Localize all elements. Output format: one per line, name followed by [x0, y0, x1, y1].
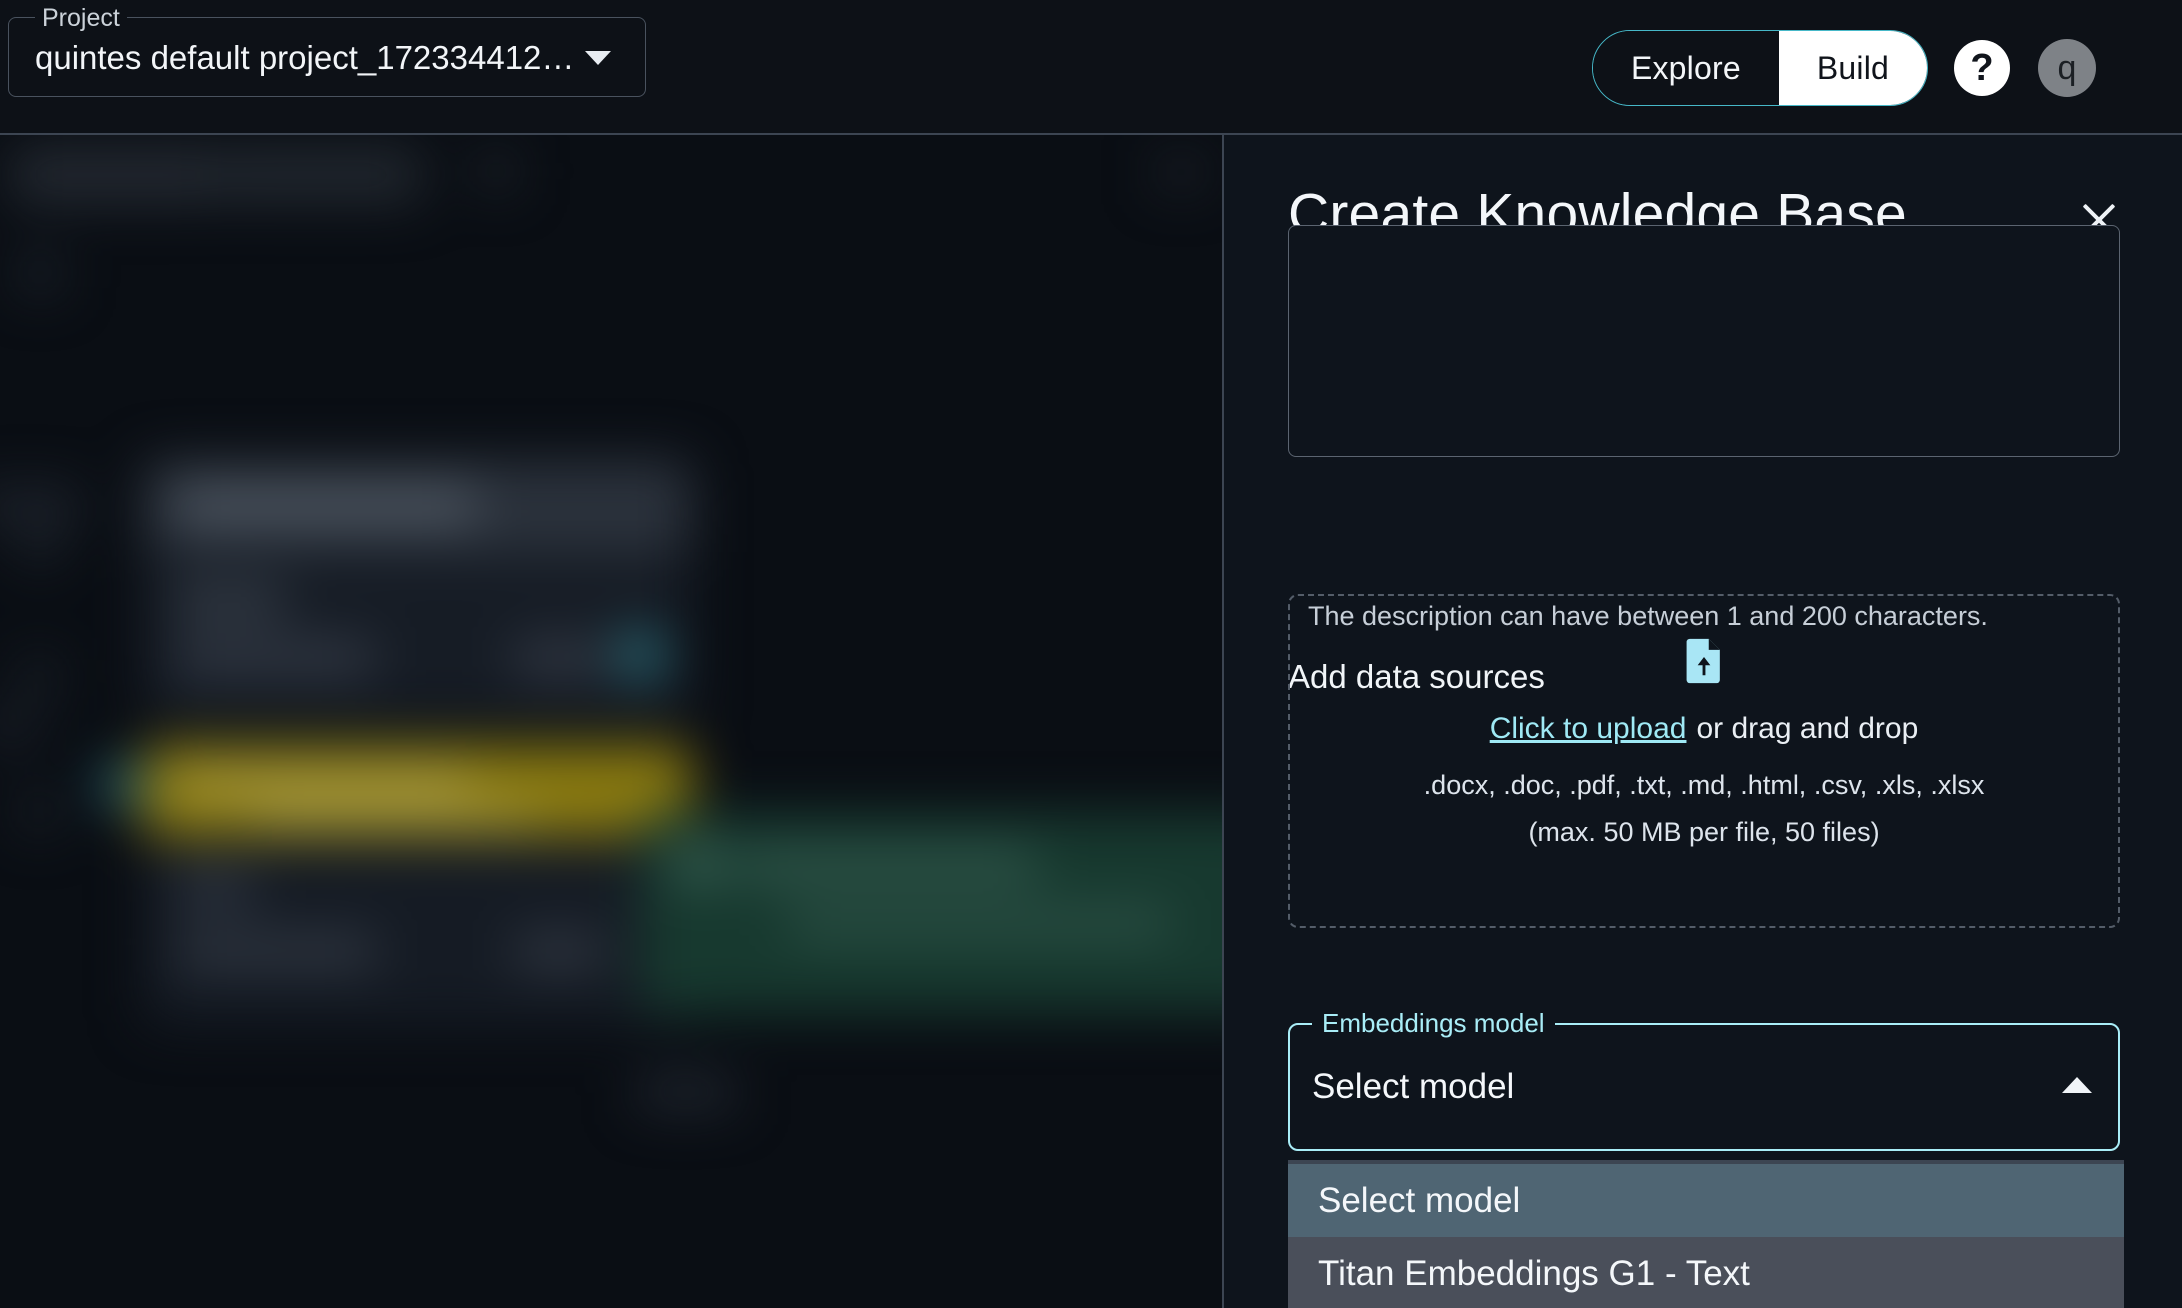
- project-selector-label: Project: [35, 5, 127, 31]
- embeddings-model-dropdown: Select model Titan Embeddings G1 - Text: [1288, 1160, 2124, 1308]
- help-icon[interactable]: ?: [1954, 40, 2010, 96]
- backdrop-shape: [254, 803, 534, 827]
- backdrop-shape: [680, 849, 716, 879]
- backdrop-card: [640, 813, 1222, 1013]
- mode-switch: Explore Build: [1591, 30, 1928, 106]
- backdrop-shape: [514, 642, 604, 674]
- dropdown-option-select-model[interactable]: Select model: [1288, 1164, 2124, 1237]
- backdrop-shape: [176, 935, 376, 967]
- backdrop-shape: [174, 642, 374, 674]
- backdrop-shape: [478, 153, 514, 189]
- file-upload-icon: [1685, 638, 1723, 684]
- backdrop-shape: [178, 769, 468, 797]
- backdrop-shape: [176, 490, 476, 520]
- backdrop-card: [144, 745, 692, 1025]
- backdrop-shape: [174, 586, 284, 616]
- dropzone-primary-text: Click to upload or drag and drop: [1290, 711, 2118, 747]
- project-selector-value: quintes default project_172334412…: [35, 39, 575, 76]
- backdrop-shape: [176, 875, 254, 903]
- backdrop-shape: [618, 632, 664, 678]
- backdrop-shape: [0, 710, 40, 744]
- backdrop-blur-layer: [0, 135, 1222, 1308]
- drag-and-drop-text: or drag and drop: [1696, 712, 1919, 745]
- backdrop-card: [144, 460, 692, 720]
- chevron-down-icon: [585, 51, 611, 65]
- file-dropzone[interactable]: Click to upload or drag and drop .docx, .…: [1288, 594, 2120, 928]
- create-knowledge-base-panel: Create Knowledge Base The description ca…: [1222, 135, 2182, 1308]
- backdrop-shape: [790, 911, 1170, 935]
- backdrop-shape: [736, 853, 1036, 877]
- tab-build[interactable]: Build: [1778, 31, 1927, 105]
- backdrop-shape: [222, 147, 422, 203]
- description-field[interactable]: [1288, 225, 2120, 457]
- app-root: Project quintes default project_17233441…: [0, 0, 2182, 1308]
- backdrop-shape: [514, 935, 604, 967]
- blurred-page-backdrop: [0, 135, 1222, 1308]
- chevron-up-icon: [2062, 1077, 2092, 1093]
- embeddings-model-label: Embeddings model: [1312, 1007, 1555, 1039]
- backdrop-shape: [100, 763, 144, 807]
- upload-limits-text: (max. 50 MB per file, 50 files): [1528, 817, 1880, 847]
- dropdown-option-titan-embeddings-g1-text[interactable]: Titan Embeddings G1 - Text: [1288, 1237, 2124, 1308]
- backdrop-shape: [20, 525, 60, 565]
- backdrop-shape: [18, 655, 60, 697]
- click-to-upload-link[interactable]: Click to upload: [1490, 712, 1687, 745]
- embeddings-model-value: Select model: [1312, 1067, 1515, 1106]
- supported-formats-text: .docx, .doc, .pdf, .txt, .md, .html, .cs…: [1423, 770, 1985, 800]
- backdrop-shape: [636, 1075, 736, 1109]
- backdrop-shape: [1155, 155, 1207, 189]
- backdrop-shape: [18, 790, 60, 832]
- backdrop-shape: [10, 147, 220, 203]
- project-selector[interactable]: Project quintes default project_17233441…: [8, 5, 646, 97]
- embeddings-model-select[interactable]: Embeddings model Select model: [1288, 1007, 2120, 1151]
- tab-explore[interactable]: Explore: [1592, 31, 1779, 105]
- top-bar: Project quintes default project_17233441…: [0, 0, 2182, 135]
- avatar[interactable]: q: [2038, 39, 2096, 97]
- backdrop-shape: [20, 253, 60, 293]
- backdrop-shape: [0, 485, 82, 523]
